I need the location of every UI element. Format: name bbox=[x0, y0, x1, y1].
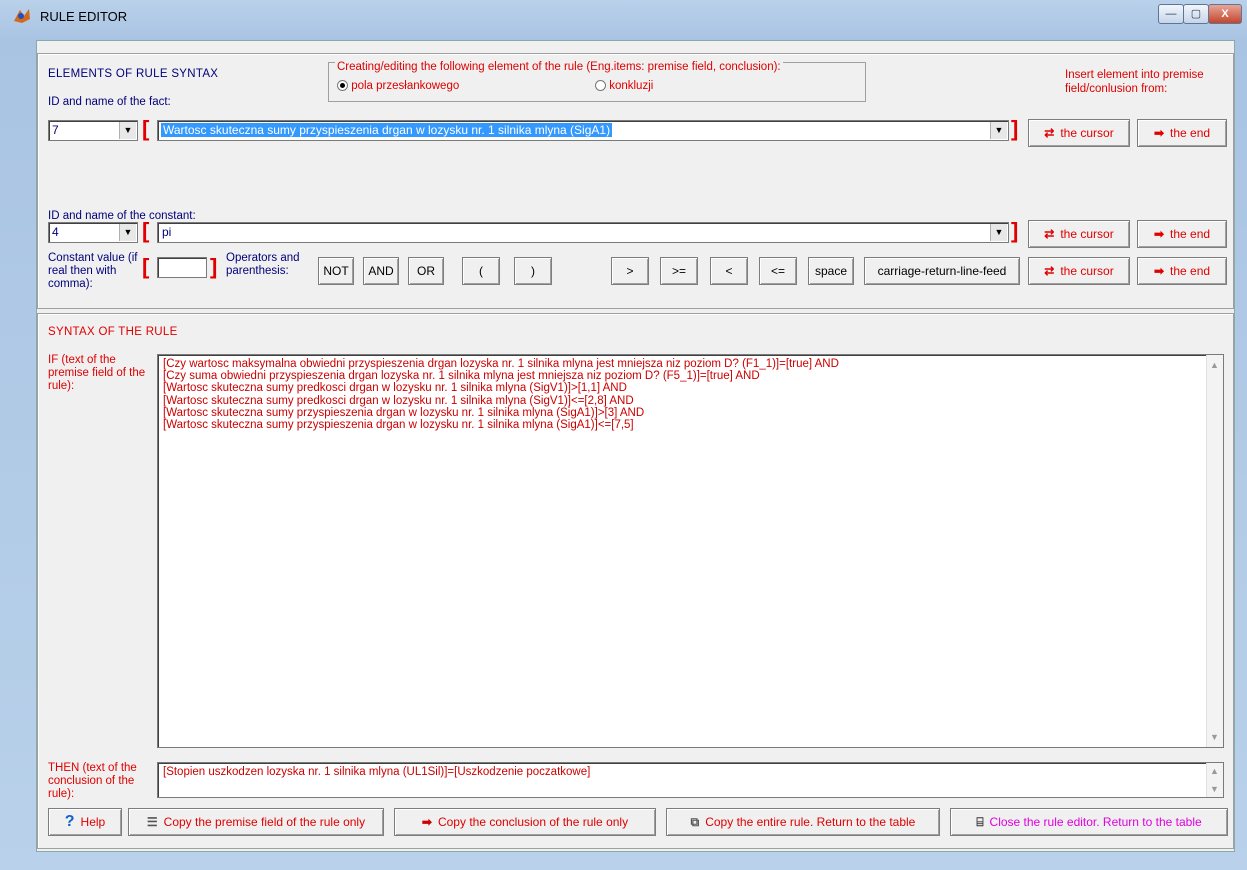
chevron-down-icon[interactable]: ▼ bbox=[990, 122, 1007, 139]
fact-id-value: 7 bbox=[52, 123, 59, 137]
mode-group-legend: Creating/editing the following element o… bbox=[335, 61, 783, 73]
rule-syntax-panel: SYNTAX OF THE RULE IF (text of the premi… bbox=[37, 313, 1234, 849]
cmp-lt-button[interactable]: < bbox=[710, 257, 748, 285]
fact-name-combo[interactable]: Wartosc skuteczna sumy przyspieszenia dr… bbox=[157, 120, 1009, 141]
cmp-lte-button[interactable]: <= bbox=[759, 257, 797, 285]
bracket-open: [ bbox=[142, 218, 150, 243]
maximize-button[interactable]: ▢ bbox=[1183, 4, 1209, 24]
door-exit-icon: ⌸ bbox=[976, 815, 984, 829]
op-not-button[interactable]: NOT bbox=[318, 257, 354, 285]
bracket-open: [ bbox=[142, 254, 150, 279]
bracket-close: ] bbox=[1011, 218, 1019, 243]
conclusion-memo[interactable]: [Stopien uszkodzen lozyska nr. 1 silnika… bbox=[157, 762, 1224, 798]
fact-name-value: Wartosc skuteczna sumy przyspieszenia dr… bbox=[161, 123, 613, 137]
arrow-right-icon: ➡ bbox=[1153, 227, 1164, 241]
premise-line: [Czy suma obwiedni przyspieszenia drgan … bbox=[163, 370, 760, 383]
option-conclusion-label: konkluzji bbox=[609, 80, 654, 92]
app-icon bbox=[14, 9, 30, 23]
close-window-button[interactable]: X bbox=[1208, 4, 1242, 24]
cmp-gt-button[interactable]: > bbox=[611, 257, 649, 285]
op-close-paren-button[interactable]: ) bbox=[514, 257, 552, 285]
chevron-down-icon[interactable]: ▼ bbox=[119, 224, 136, 241]
conclusion-scrollbar[interactable]: ▲ ▼ bbox=[1206, 763, 1223, 797]
chevron-down-icon[interactable]: ▼ bbox=[119, 122, 136, 139]
premise-line: [Wartosc skuteczna sumy przyspieszenia d… bbox=[163, 406, 645, 419]
insert-operator-cursor-button[interactable]: ⇄ the cursor bbox=[1028, 257, 1130, 285]
bracket-close: ] bbox=[1011, 116, 1019, 141]
scroll-down-icon[interactable]: ▼ bbox=[1210, 783, 1219, 795]
syntax-elements-panel: ELEMENTS OF RULE SYNTAX ID and name of t… bbox=[37, 53, 1234, 309]
op-and-button[interactable]: AND bbox=[363, 257, 399, 285]
premise-text: [Czy wartosc maksymalna obwiedni przyspi… bbox=[163, 358, 1218, 431]
constant-name-combo[interactable]: pi ▼ bbox=[157, 222, 1009, 243]
insert-constant-cursor-button[interactable]: ⇄ the cursor bbox=[1028, 220, 1130, 248]
constant-value-input[interactable] bbox=[157, 257, 207, 278]
scroll-up-icon[interactable]: ▲ bbox=[1210, 359, 1219, 371]
then-label: THEN (text of the conclusion of the rule… bbox=[48, 762, 137, 800]
insert-cursor-icon: ⇄ bbox=[1044, 227, 1055, 241]
radio-conclusion[interactable] bbox=[595, 80, 606, 92]
option-premise-label: pola przesłankowego bbox=[351, 80, 460, 92]
premise-line: [Czy wartosc maksymalna obwiedni przyspi… bbox=[163, 358, 839, 370]
copy-premise-button[interactable]: ☰ Copy the premise field of the rule only bbox=[128, 808, 384, 836]
constant-id-value: 4 bbox=[52, 225, 59, 239]
help-button[interactable]: ? Help bbox=[48, 808, 122, 836]
operators-label: Operators and parenthesis: bbox=[226, 252, 300, 277]
insert-cursor-icon: ⇄ bbox=[1044, 264, 1055, 278]
premise-memo[interactable]: [Czy wartosc maksymalna obwiedni przyspi… bbox=[157, 354, 1224, 748]
copy-conclusion-button[interactable]: ➡ Copy the conclusion of the rule only bbox=[394, 808, 656, 836]
rule-syntax-header: SYNTAX OF THE RULE bbox=[48, 326, 178, 338]
close-editor-button[interactable]: ⌸ Close the rule editor. Return to the ta… bbox=[950, 808, 1228, 836]
chevron-down-icon[interactable]: ▼ bbox=[990, 224, 1007, 241]
radio-premise[interactable] bbox=[337, 80, 348, 92]
syntax-elements-header: ELEMENTS OF RULE SYNTAX bbox=[48, 68, 219, 80]
op-or-button[interactable]: OR bbox=[408, 257, 444, 285]
space-button[interactable]: space bbox=[808, 257, 854, 285]
constant-name-value: pi bbox=[162, 225, 172, 239]
help-icon: ? bbox=[64, 813, 75, 830]
bracket-open: [ bbox=[142, 116, 150, 141]
constant-value-label: Constant value (if real then with comma)… bbox=[48, 252, 138, 290]
insert-fact-cursor-button[interactable]: ⇄ the cursor bbox=[1028, 119, 1130, 147]
op-open-paren-button[interactable]: ( bbox=[462, 257, 500, 285]
list-icon: ☰ bbox=[146, 815, 158, 829]
premise-line: [Wartosc skuteczna sumy przyspieszenia d… bbox=[163, 419, 634, 432]
premise-line: [Wartosc skuteczna sumy predkosci drgan … bbox=[163, 382, 627, 395]
copy-entire-button[interactable]: ⧉ Copy the entire rule. Return to the tab… bbox=[666, 808, 940, 836]
insert-constant-end-button[interactable]: ➡ the end bbox=[1137, 220, 1227, 248]
crlf-button[interactable]: carriage-return-line-feed bbox=[864, 257, 1020, 285]
arrow-right-icon: ➡ bbox=[1153, 126, 1164, 140]
premise-scrollbar[interactable]: ▲ ▼ bbox=[1206, 355, 1223, 747]
bracket-close: ] bbox=[210, 254, 218, 279]
title-bar: RULE EDITOR — ▢ X bbox=[0, 0, 1247, 32]
client-area: ELEMENTS OF RULE SYNTAX ID and name of t… bbox=[36, 40, 1235, 852]
if-label: IF (text of the premise field of the rul… bbox=[48, 354, 146, 392]
conclusion-text: [Stopien uszkodzen lozyska nr. 1 silnika… bbox=[163, 766, 591, 778]
fact-id-combo[interactable]: 7 ▼ bbox=[48, 120, 138, 141]
option-conclusion[interactable]: konkluzji bbox=[595, 80, 653, 92]
mode-group: Creating/editing the following element o… bbox=[328, 61, 866, 102]
scroll-up-icon[interactable]: ▲ bbox=[1210, 765, 1219, 777]
option-premise[interactable]: pola przesłankowego bbox=[337, 80, 459, 92]
minimize-button[interactable]: — bbox=[1158, 4, 1184, 24]
arrow-right-icon: ➡ bbox=[1153, 264, 1164, 278]
scroll-down-icon[interactable]: ▼ bbox=[1210, 731, 1219, 743]
fact-label: ID and name of the fact: bbox=[48, 96, 171, 108]
premise-line: [Wartosc skuteczna sumy predkosci drgan … bbox=[163, 394, 634, 407]
insert-cursor-icon: ⇄ bbox=[1044, 126, 1055, 140]
document-arrow-icon: ➡ bbox=[421, 815, 432, 829]
insert-fact-end-button[interactable]: ➡ the end bbox=[1137, 119, 1227, 147]
insert-header: Insert element into premise field/conlus… bbox=[1065, 69, 1204, 95]
constant-id-combo[interactable]: 4 ▼ bbox=[48, 222, 138, 243]
cmp-gte-button[interactable]: >= bbox=[660, 257, 698, 285]
insert-operator-end-button[interactable]: ➡ the end bbox=[1137, 257, 1227, 285]
window-title: RULE EDITOR bbox=[40, 9, 128, 24]
rule-editor-window: RULE EDITOR — ▢ X ELEMENTS OF RULE SYNTA… bbox=[0, 0, 1247, 870]
copy-icon: ⧉ bbox=[690, 815, 700, 829]
